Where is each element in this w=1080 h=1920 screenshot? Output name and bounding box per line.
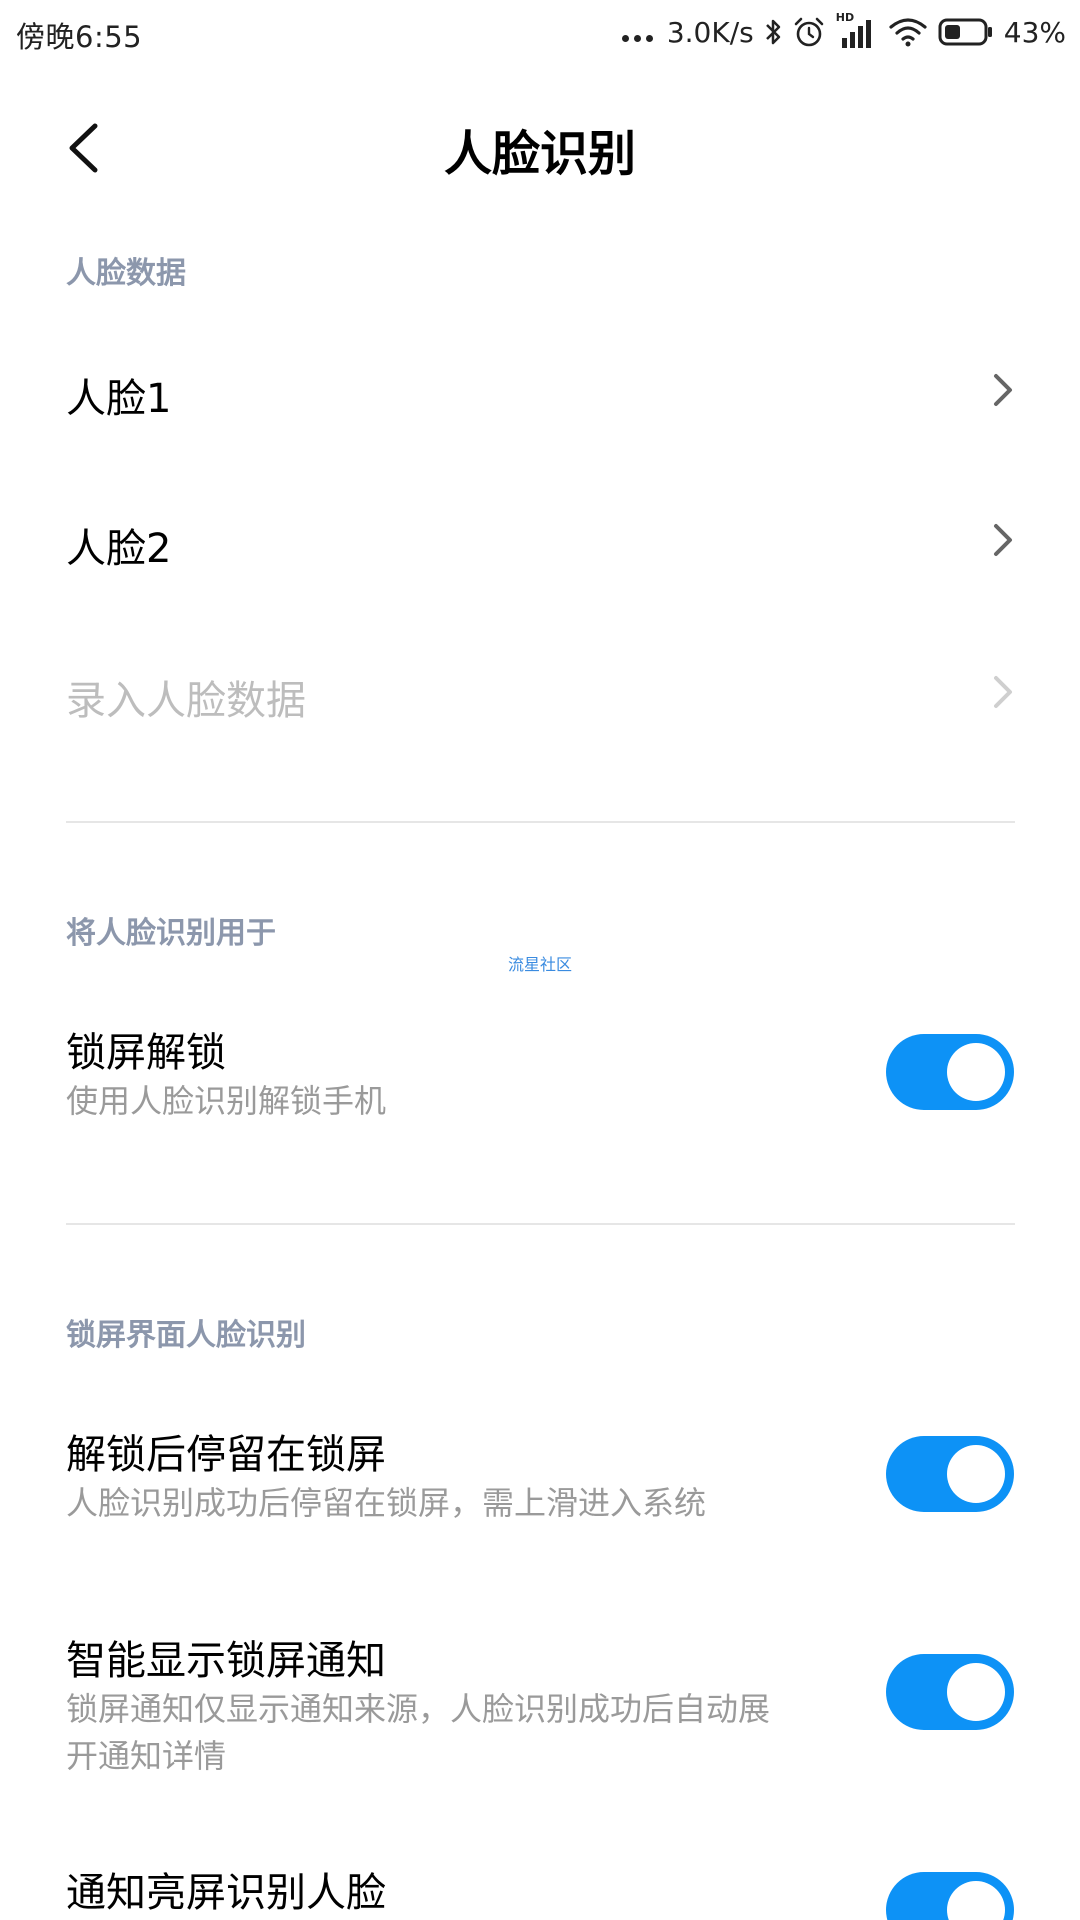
status-time: 傍晚6:55 xyxy=(16,20,143,54)
row-description: 人脸识别成功后停留在锁屏，需上滑进入系统 xyxy=(66,1484,707,1522)
face-item-1[interactable]: 人脸1 xyxy=(0,330,1080,450)
enroll-face-item: 录入人脸数据 xyxy=(0,632,1080,752)
smart-notification-toggle[interactable] xyxy=(886,1654,1014,1730)
divider xyxy=(66,1223,1015,1225)
row-description-line1: 锁屏通知仅显示通知来源，人脸识别成功后自动展 xyxy=(66,1690,771,1728)
divider xyxy=(66,821,1015,823)
bluetooth-icon xyxy=(765,19,781,45)
chevron-right-icon xyxy=(994,676,1012,708)
lockscreen-unlock-row[interactable]: 锁屏解锁 使用人脸识别解锁手机 xyxy=(0,1010,1080,1160)
row-description-line2: 开通知详情 xyxy=(66,1737,227,1775)
battery-icon xyxy=(938,18,992,46)
smart-notification-row[interactable]: 智能显示锁屏通知 锁屏通知仅显示通知来源，人脸识别成功后自动展 开通知详情 xyxy=(0,1618,1080,1788)
row-title: 锁屏解锁 xyxy=(66,1030,226,1076)
battery-percent: 43% xyxy=(1003,15,1066,49)
stay-on-lockscreen-toggle[interactable] xyxy=(886,1436,1014,1512)
enroll-face-label: 录入人脸数据 xyxy=(66,678,306,724)
toggle-knob xyxy=(947,1445,1005,1503)
row-title: 通知亮屏识别人脸 xyxy=(66,1870,386,1916)
notification-wake-face-toggle[interactable] xyxy=(886,1872,1014,1920)
app-bar: 人脸识别 xyxy=(0,80,1080,210)
face-item-label: 人脸2 xyxy=(66,526,172,572)
row-title: 智能显示锁屏通知 xyxy=(66,1638,386,1684)
chevron-right-icon xyxy=(994,374,1012,406)
stay-on-lockscreen-row[interactable]: 解锁后停留在锁屏 人脸识别成功后停留在锁屏，需上滑进入系统 xyxy=(0,1412,1080,1562)
alarm-icon xyxy=(794,17,824,47)
face-item-2[interactable]: 人脸2 xyxy=(0,480,1080,600)
watermark: 流星社区 xyxy=(507,955,572,974)
chevron-right-icon xyxy=(994,524,1012,556)
wifi-icon xyxy=(889,18,927,47)
section-header-face-data: 人脸数据 xyxy=(66,256,186,291)
toggle-knob xyxy=(947,1663,1005,1721)
more-dots-icon xyxy=(621,22,653,42)
lockscreen-unlock-toggle[interactable] xyxy=(886,1034,1014,1110)
section-header-use-for: 将人脸识别用于 xyxy=(66,916,276,951)
notification-wake-face-row[interactable]: 通知亮屏识别人脸 xyxy=(0,1858,1080,1920)
row-description: 使用人脸识别解锁手机 xyxy=(66,1082,387,1120)
toggle-knob xyxy=(947,1881,1005,1920)
page-title: 人脸识别 xyxy=(443,126,636,182)
status-icons: 3.0K/s HD 43% xyxy=(621,11,1066,52)
toggle-knob xyxy=(947,1043,1005,1101)
network-speed: 3.0K/s xyxy=(666,15,754,49)
row-title: 解锁后停留在锁屏 xyxy=(66,1432,386,1478)
face-item-label: 人脸1 xyxy=(66,376,172,422)
hd-signal-icon: HD xyxy=(836,11,878,50)
status-bar: 傍晚6:55 3.0K/s HD 43% xyxy=(0,0,1080,66)
section-header-lockscreen: 锁屏界面人脸识别 xyxy=(66,1318,306,1353)
